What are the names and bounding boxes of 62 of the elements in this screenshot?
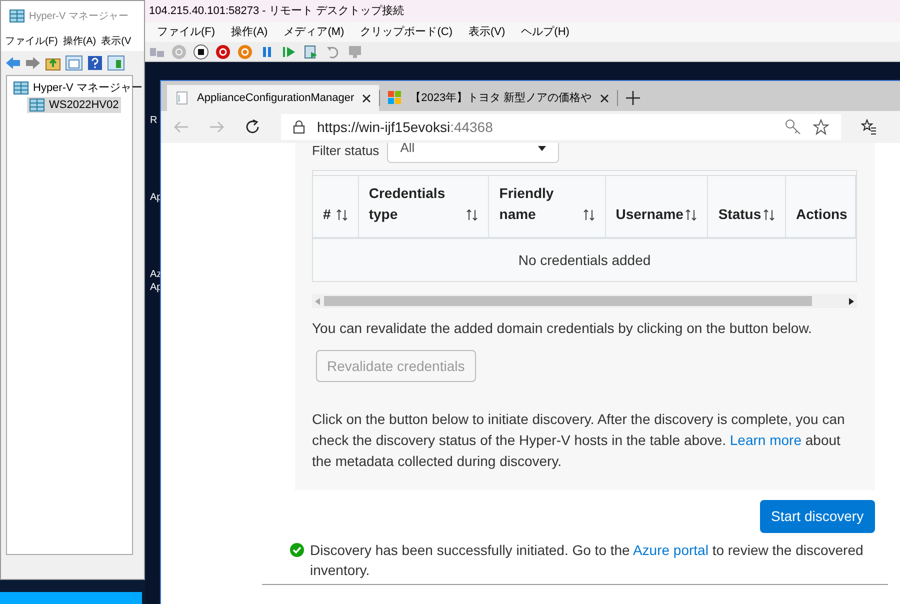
key-icon [785, 119, 801, 135]
forward-arrow-icon [209, 120, 225, 134]
refresh-icon [245, 119, 261, 135]
column-header[interactable]: Friendly name [499, 183, 583, 225]
star-icon [813, 119, 829, 135]
back-arrow-icon [5, 56, 21, 70]
menu-item[interactable]: 表示(V [101, 34, 132, 48]
success-message: Discovery has been successfully initiated. Go to the Azure portal to review the discovered inventory. [310, 541, 864, 580]
empty-table-message: No credentials added [518, 250, 651, 270]
success-check-icon [290, 543, 304, 557]
tree-item[interactable]: WS2022HV02 [27, 96, 121, 113]
filter-label: Filter status [312, 144, 380, 160]
power-icon [171, 44, 187, 60]
filter-dropdown[interactable]: All [387, 143, 560, 163]
pane-icon [65, 55, 83, 71]
column-header[interactable]: Status [718, 204, 762, 225]
new-tab-icon [626, 91, 640, 105]
lock-icon [293, 120, 305, 134]
info-text: You can revalidate the added domain credentials by clicking on the button below. [312, 319, 813, 338]
power-icon [215, 44, 231, 60]
scrollbar[interactable] [312, 294, 857, 308]
window-title: Hyper-V マネージャー [29, 10, 128, 24]
caret-icon [538, 146, 546, 150]
learn-more-link[interactable]: Learn more [730, 432, 802, 448]
column-header[interactable]: # [323, 204, 331, 225]
tree-item[interactable]: Hyper-V マネージャー [11, 80, 144, 96]
server-icon [9, 8, 25, 24]
column-header[interactable]: Credentials type [368, 183, 466, 225]
azure-portal-link[interactable]: Azure portal [632, 542, 708, 558]
server-icon [29, 96, 45, 113]
forward-arrow-icon [25, 56, 41, 70]
power-icon [237, 44, 253, 60]
menu-item[interactable]: メディア(M) [284, 24, 344, 40]
menu-item[interactable]: ヘルプ(H) [521, 24, 570, 40]
stop-icon [193, 44, 209, 60]
start-discovery-button[interactable]: Start discovery [760, 500, 875, 533]
checkpoint-icon [303, 44, 319, 60]
window-title: 104.215.40.101:58273 - リモート デスクトップ接続 [149, 4, 404, 19]
info-text: Click on the button below to initiate discovery. After the discovery is complete, you can check the discovery status of the Hyper-V hosts in the table above. Learn more about the metadata collected during discovery. [312, 410, 846, 471]
back-arrow-icon [173, 120, 189, 134]
scroll-left-icon [315, 298, 320, 304]
page-icon [175, 91, 189, 105]
favorites-icon [861, 119, 877, 135]
scroll-right-icon [849, 298, 854, 304]
help-icon [87, 55, 103, 71]
menu-item[interactable]: クリップボード(C) [360, 24, 452, 40]
close-icon [600, 94, 609, 102]
menu-item[interactable]: ファイル(F) [5, 34, 58, 48]
address-bar[interactable]: https://win-ijf15evoksi:44368 [281, 114, 841, 140]
monitor-icon [347, 44, 363, 60]
pane-icon [107, 55, 125, 71]
menu-item[interactable]: 操作(A) [231, 24, 268, 40]
menu-item[interactable]: 表示(V) [468, 24, 506, 40]
browser-tab[interactable]: ApplianceConfigurationManager [167, 85, 380, 111]
menu-item[interactable]: 操作(A) [62, 34, 96, 48]
close-icon [362, 94, 372, 102]
tiles-icon [388, 91, 402, 105]
server-icon [13, 80, 29, 96]
column-header[interactable]: Username [616, 204, 684, 225]
desktop-icon-label[interactable]: R [150, 114, 164, 127]
menu-item[interactable]: ファイル(F) [157, 24, 216, 40]
column-header[interactable]: Actions [796, 204, 848, 225]
